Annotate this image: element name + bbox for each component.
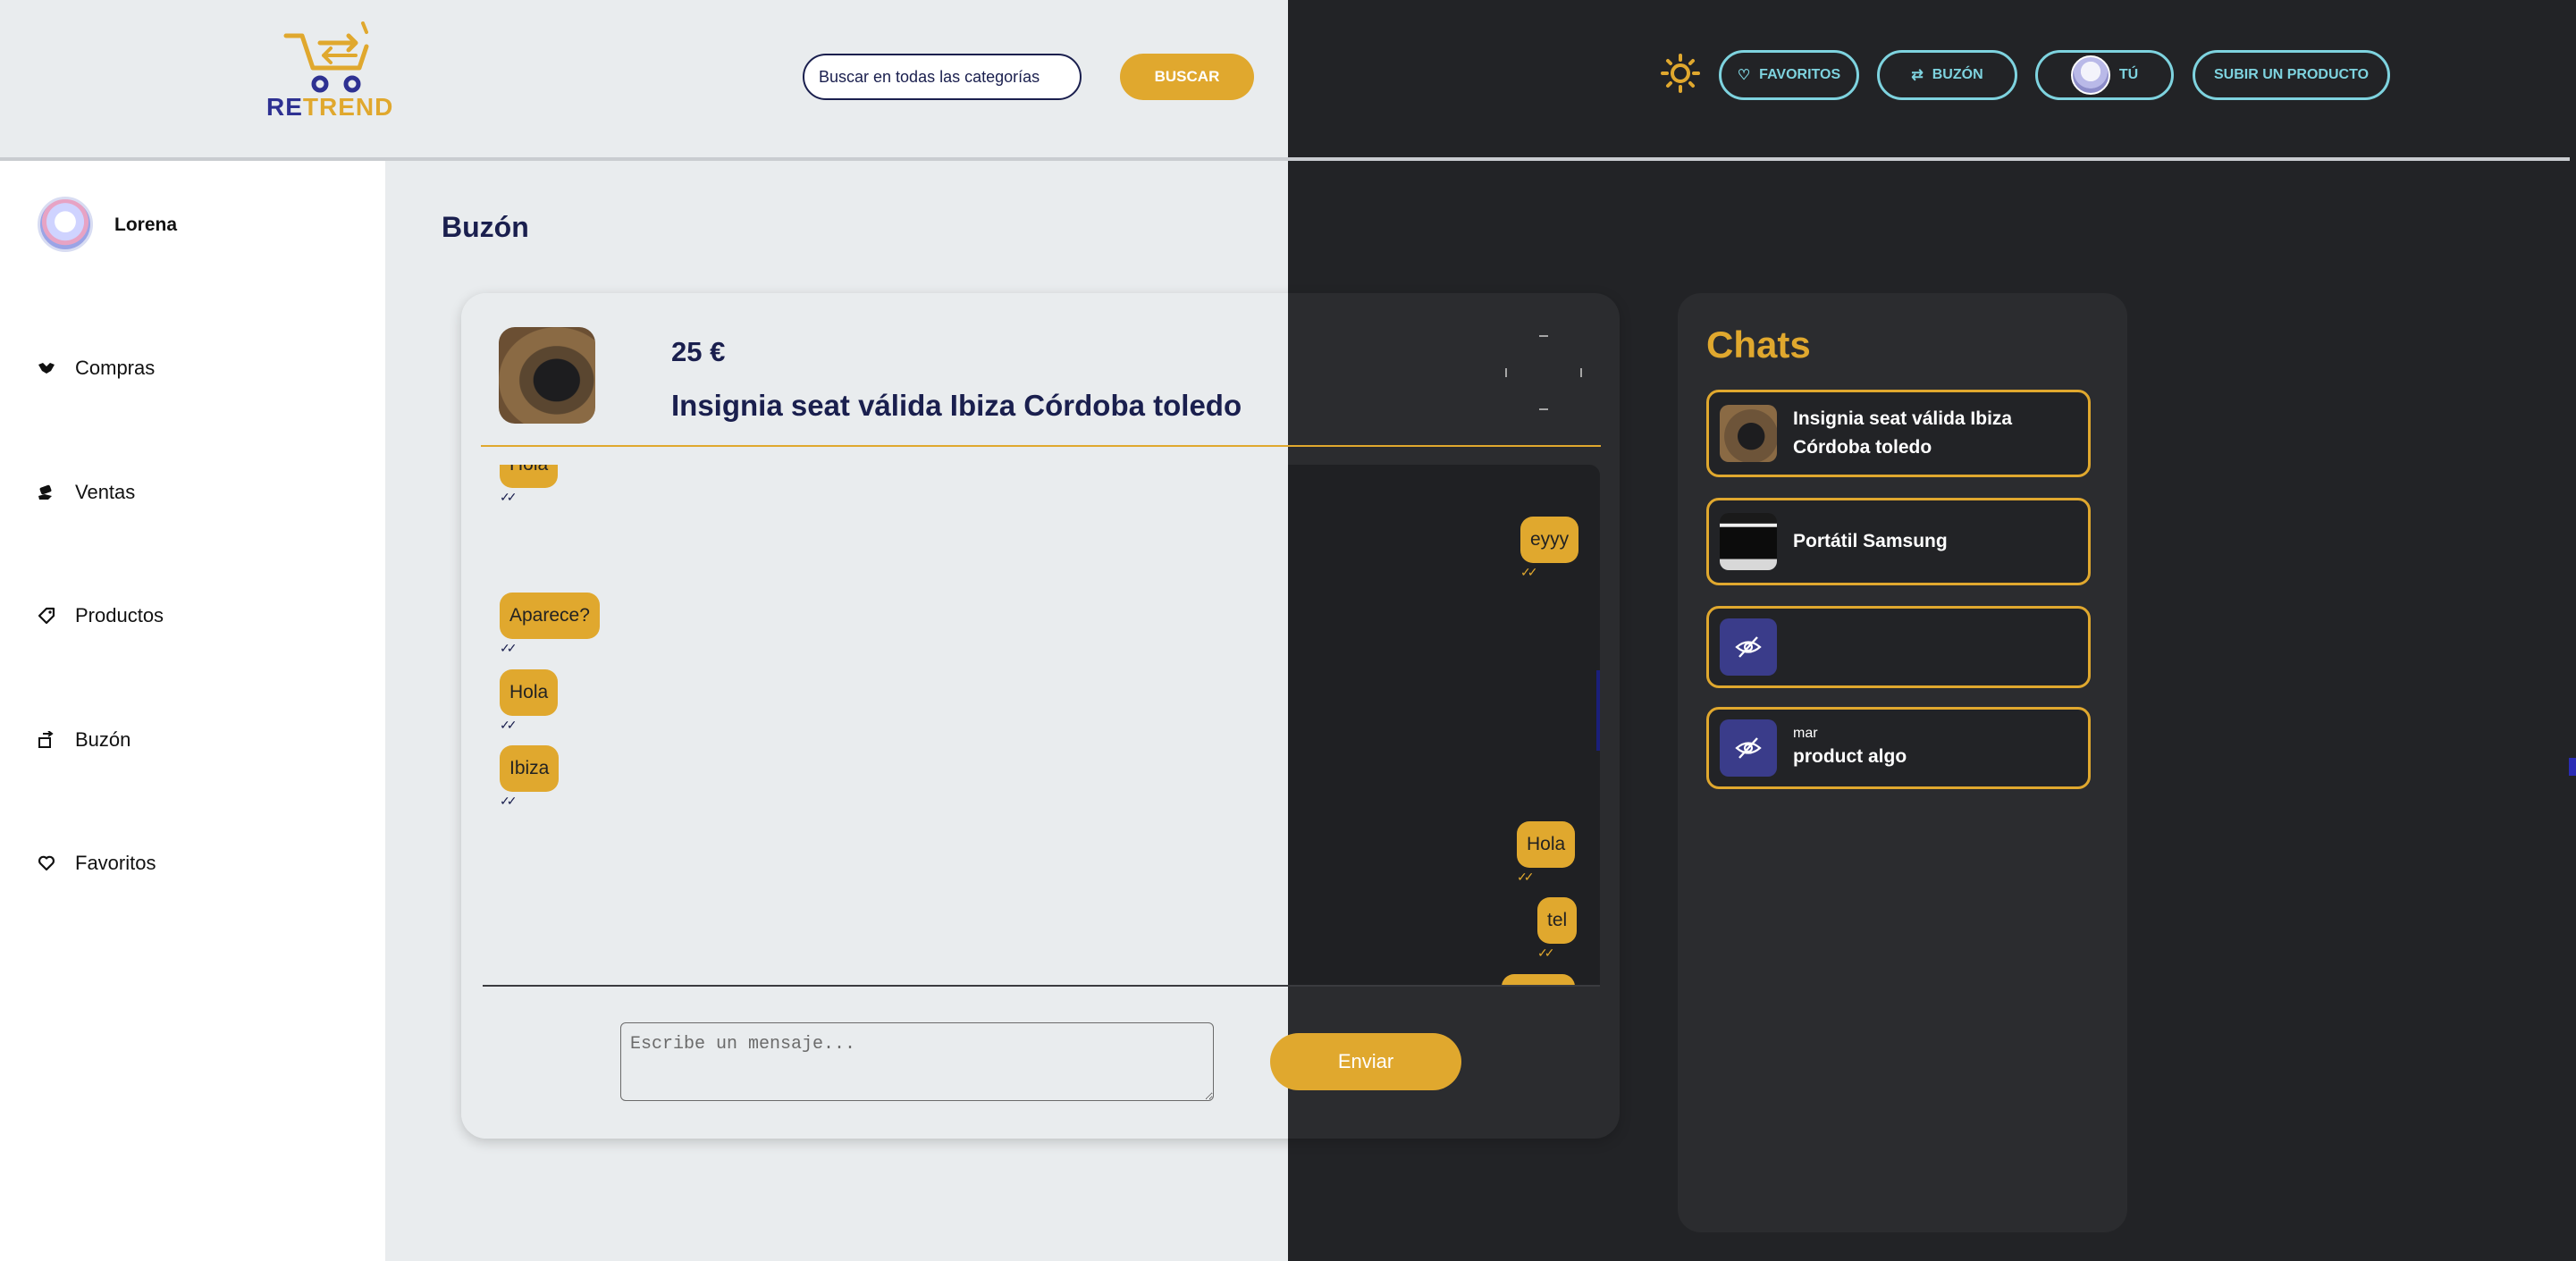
user-avatar[interactable] [38, 197, 93, 252]
avatar [2070, 55, 2110, 95]
product-price: 25 € [671, 336, 726, 367]
sidebar-item-buzon[interactable]: Buzón [38, 722, 130, 758]
read-check-icon: ✓✓ [500, 490, 517, 504]
sidebar-item-label: Buzón [75, 728, 131, 751]
upload-product-button[interactable]: SUBIR UN PRODUCTO [2193, 50, 2390, 100]
money-hand-icon [38, 483, 55, 501]
chat-item[interactable]: Portátil Samsung [1706, 498, 2091, 585]
page-title: Buzón [442, 211, 529, 243]
message-item: tel ✓✓ [1537, 897, 1578, 961]
sidebar-item-label: Productos [75, 604, 164, 626]
search-button[interactable]: BUSCAR [1120, 54, 1254, 100]
sidebar-item-label: Ventas [75, 481, 136, 503]
message-list[interactable]: Hola ✓✓ eyyy ✓✓ Aparece? ✓✓ Hola ✓✓ Ibiz… [483, 465, 1600, 987]
message-item: Hola ✓✓ [1517, 821, 1576, 885]
chat-subtitle: mar [1793, 726, 1818, 741]
message-bubble: Hola [1517, 821, 1576, 868]
read-check-icon: ✓✓ [1537, 946, 1554, 960]
buzon-label: BUZÓN [1932, 67, 1983, 82]
chats-title: Chats [1706, 324, 1811, 366]
message-scrollbar[interactable] [1596, 670, 1600, 751]
chat-title: Portátil Samsung [1793, 531, 1948, 551]
message-item-partial [1502, 974, 1575, 985]
chat-item[interactable]: mar product algo [1706, 707, 2091, 789]
sidebar-item-label: Compras [75, 357, 156, 379]
edge-scrollbar[interactable] [2569, 758, 2576, 776]
send-button[interactable]: Enviar [1270, 1033, 1461, 1090]
handshake-icon [38, 359, 55, 377]
chat-title: product algo [1793, 746, 1907, 767]
message-item: eyyy ✓✓ [1520, 517, 1579, 580]
chat-item[interactable] [1706, 606, 2091, 688]
chat-title: Insignia seat válida Ibiza Córdoba toled… [1793, 408, 2013, 458]
product-divider [481, 445, 1601, 447]
eye-off-icon [1720, 719, 1777, 777]
chat-item[interactable]: Insignia seat válida Ibiza Córdoba toled… [1706, 390, 2091, 477]
favoritos-button[interactable]: ♡ FAVORITOS [1719, 50, 1859, 100]
message-item: Aparece? ✓✓ [500, 593, 600, 656]
sidebar-item-favoritos[interactable]: Favoritos [38, 845, 156, 881]
message-bubble: Hola [500, 669, 559, 716]
eye-off-icon [1720, 618, 1777, 676]
tag-icon [38, 607, 55, 625]
message-bubble: tel [1537, 897, 1578, 944]
product-image[interactable] [499, 327, 595, 424]
retrend-logo[interactable]: RETREND [266, 21, 394, 121]
profile-button[interactable]: TÚ [2035, 50, 2174, 100]
message-bubble: eyyy [1520, 517, 1579, 563]
message-input[interactable] [620, 1022, 1214, 1101]
message-item: Hola ✓✓ [500, 669, 559, 733]
chat-thumbnail [1720, 405, 1777, 462]
message-bubble: Hola [500, 465, 559, 488]
logo-text: RETREND [266, 93, 394, 121]
loading-spinner-icon [1505, 334, 1582, 411]
message-bubble: Aparece? [500, 593, 600, 639]
read-check-icon: ✓✓ [500, 718, 517, 732]
heart-icon: ♡ [1737, 68, 1751, 83]
buzon-button[interactable]: ⇄ BUZÓN [1877, 50, 2017, 100]
search-input[interactable] [803, 54, 1082, 100]
sidebar [0, 161, 385, 1261]
message-item: Ibiza ✓✓ [500, 745, 560, 809]
read-check-icon: ✓✓ [1520, 565, 1537, 579]
read-check-icon: ✓✓ [1517, 870, 1534, 884]
read-check-icon: ✓✓ [500, 794, 517, 808]
favoritos-label: FAVORITOS [1759, 67, 1841, 82]
sidebar-item-label: Favoritos [75, 852, 156, 874]
product-title[interactable]: Insignia seat válida Ibiza Córdoba toled… [671, 389, 1242, 423]
profile-label: TÚ [2118, 67, 2139, 82]
transfer-icon [38, 731, 55, 749]
message-bubble: Ibiza [500, 745, 560, 792]
sidebar-item-productos[interactable]: Productos [38, 598, 164, 634]
sidebar-item-ventas[interactable]: Ventas [38, 475, 135, 510]
message-item: Hola ✓✓ [500, 465, 559, 505]
chat-thumbnail [1720, 513, 1777, 570]
cart-logo-icon [283, 21, 369, 93]
transfer-icon: ⇄ [1911, 68, 1924, 83]
heart-icon [38, 854, 55, 872]
header-divider [0, 157, 2570, 161]
theme-toggle-sun-icon[interactable] [1661, 54, 1700, 93]
read-check-icon: ✓✓ [500, 641, 517, 655]
user-name: Lorena [114, 214, 178, 235]
sidebar-item-compras[interactable]: Compras [38, 350, 155, 386]
